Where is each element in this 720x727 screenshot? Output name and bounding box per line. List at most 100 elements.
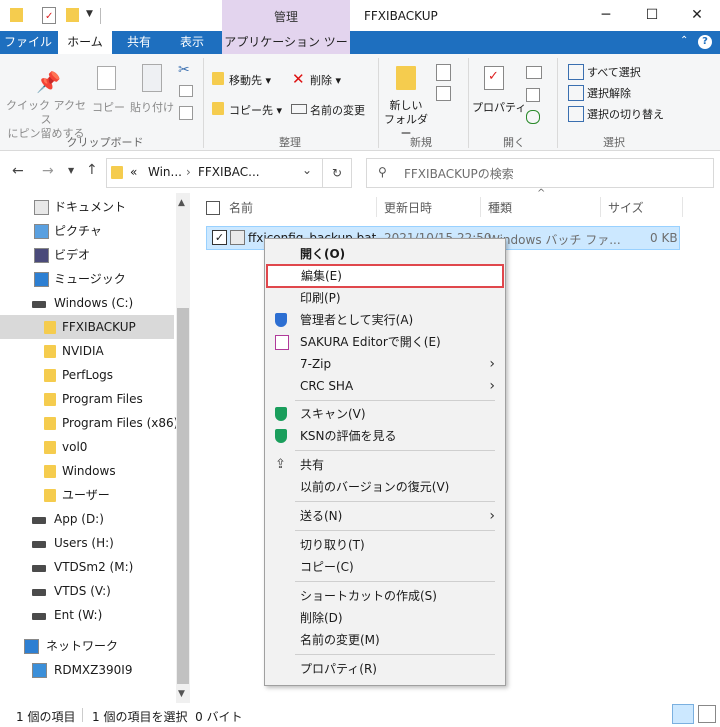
help-icon[interactable]: ? (698, 35, 712, 49)
customize-qat-icon[interactable]: ▼ (86, 9, 93, 19)
select-none-icon (568, 85, 584, 101)
context-tab-manage[interactable]: 管理 (222, 0, 350, 31)
nav-item[interactable]: VTDS (V:) (0, 579, 174, 603)
menu-rename[interactable]: 名前の変更(M) (265, 629, 505, 651)
recent-locations-icon[interactable]: ▼ (68, 166, 74, 175)
properties-quick-icon[interactable]: ✓ (42, 7, 56, 24)
nav-item[interactable]: RDMXZ390I9 (0, 658, 174, 682)
column-divider[interactable] (480, 197, 481, 217)
nav-item[interactable]: ネットワーク (0, 634, 174, 658)
rename-button[interactable]: 名前の変更 (310, 102, 365, 118)
cut-icon[interactable]: ✂ (178, 62, 190, 78)
select-none-button[interactable]: 選択解除 (587, 85, 631, 101)
column-divider[interactable] (600, 197, 601, 217)
paste-button[interactable]: 貼り付け (130, 99, 174, 115)
nav-scroll-down-icon[interactable]: ▼ (178, 689, 185, 699)
open-icon[interactable] (526, 66, 542, 79)
details-view-icon[interactable] (672, 704, 694, 724)
menu-delete[interactable]: 削除(D) (265, 607, 505, 629)
nav-item[interactable]: ビデオ (0, 243, 174, 267)
paste-shortcut-icon[interactable] (179, 106, 193, 120)
menu-scan[interactable]: スキャン(V) (265, 403, 505, 425)
nav-item[interactable]: App (D:) (0, 507, 174, 531)
maximize-button[interactable]: ☐ (629, 0, 675, 31)
file-checkbox[interactable]: ✓ (212, 230, 227, 245)
column-modified[interactable]: 更新日時 (384, 199, 432, 217)
quick-access-folder-icon[interactable] (10, 8, 23, 22)
expand-ribbon-icon[interactable]: ⌃ (680, 35, 688, 46)
nav-item[interactable]: PerfLogs (0, 363, 174, 387)
menu-crc-sha[interactable]: CRC SHA › (265, 375, 505, 397)
select-all-button[interactable]: すべて選択 (587, 64, 641, 80)
nav-item[interactable]: Users (H:) (0, 531, 174, 555)
tab-file[interactable]: ファイル (0, 31, 56, 54)
menu-7zip[interactable]: 7-Zip › (265, 353, 505, 375)
nav-item[interactable]: NVIDIA (0, 339, 174, 363)
copy-button[interactable]: コピー (92, 99, 125, 115)
column-type[interactable]: 種類 (488, 199, 512, 217)
menu-sakura[interactable]: SAKURA Editorで開く(E) (265, 331, 505, 353)
menu-print[interactable]: 印刷(P) (265, 287, 505, 309)
breadcrumb-prefix[interactable]: « (130, 165, 137, 179)
new-group-label: 新規 (410, 136, 432, 149)
large-icons-view-icon[interactable] (698, 705, 716, 723)
menu-ksn[interactable]: KSNの評価を見る (265, 425, 505, 447)
invert-selection-button[interactable]: 選択の切り替え (587, 106, 664, 122)
nav-item[interactable]: VTDSm2 (M:) (0, 555, 174, 579)
nav-scroll-up-icon[interactable]: ▲ (178, 198, 185, 208)
refresh-button[interactable]: ↻ (322, 158, 352, 188)
nav-item[interactable]: FFXIBACKUP (0, 315, 174, 339)
move-to-button[interactable]: 移動先 ▾ (229, 72, 271, 88)
breadcrumb-ffxibackup[interactable]: FFXIBAC... (198, 165, 260, 179)
open-group-label: 開く (503, 136, 525, 149)
easy-access-icon[interactable] (436, 86, 451, 101)
tab-share[interactable]: 共有 (114, 31, 164, 54)
tab-home[interactable]: ホーム (58, 31, 112, 55)
copy-to-button[interactable]: コピー先 ▾ (229, 102, 282, 118)
address-dropdown-icon[interactable]: ⌄ (302, 163, 312, 177)
nav-item[interactable]: ユーザー (0, 483, 174, 507)
menu-restore-previous[interactable]: 以前のバージョンの復元(V) (265, 476, 505, 498)
column-divider[interactable] (376, 197, 377, 217)
breadcrumb-windows[interactable]: Win... (148, 165, 182, 179)
menu-separator (295, 530, 495, 531)
delete-button[interactable]: 削除 ▾ (310, 72, 341, 88)
back-icon[interactable]: ← (12, 163, 24, 179)
menu-run-as-admin[interactable]: 管理者として実行(A) (265, 309, 505, 331)
select-all-checkbox[interactable] (206, 201, 220, 215)
menu-properties[interactable]: プロパティ(R) (265, 658, 505, 680)
nav-item[interactable]: Windows (C:) (0, 291, 174, 315)
properties-button[interactable]: プロパティ (472, 99, 526, 115)
drive-icon (32, 565, 46, 572)
nav-item[interactable]: Ent (W:) (0, 603, 174, 627)
copy-path-icon[interactable] (179, 85, 193, 97)
minimize-button[interactable]: ─ (583, 0, 629, 31)
menu-copy[interactable]: コピー(C) (265, 556, 505, 578)
nav-item[interactable]: ピクチャ (0, 219, 174, 243)
nav-item[interactable]: Program Files (x86) (0, 411, 178, 435)
nav-item[interactable]: Windows (0, 459, 174, 483)
nav-item[interactable]: ミュージック (0, 267, 174, 291)
menu-open[interactable]: 開く(O) (265, 243, 505, 265)
column-size[interactable]: サイズ (608, 199, 644, 217)
forward-icon[interactable]: → (42, 163, 54, 179)
menu-send-to[interactable]: 送る(N) › (265, 505, 505, 527)
tab-view[interactable]: 表示 (166, 31, 218, 54)
nav-scroll-thumb[interactable] (177, 308, 189, 684)
nav-item[interactable]: vol0 (0, 435, 174, 459)
column-name[interactable]: 名前 (229, 199, 253, 217)
close-button[interactable]: ✕ (674, 0, 720, 31)
column-divider[interactable] (682, 197, 683, 217)
edit-icon[interactable] (526, 88, 540, 102)
nav-item[interactable]: Program Files (0, 387, 174, 411)
menu-cut[interactable]: 切り取り(T) (265, 534, 505, 556)
history-icon[interactable] (526, 110, 540, 124)
new-item-icon[interactable] (436, 64, 451, 81)
menu-edit[interactable]: 編集(E) (266, 264, 504, 288)
nav-item[interactable]: ドキュメント (0, 195, 174, 219)
menu-create-shortcut[interactable]: ショートカットの作成(S) (265, 585, 505, 607)
up-icon[interactable]: ↑ (86, 162, 98, 178)
tab-application-tools[interactable]: アプリケーション ツール (222, 31, 350, 72)
menu-share[interactable]: ⇪ 共有 (265, 454, 505, 476)
new-folder-quick-icon[interactable] (66, 8, 79, 22)
